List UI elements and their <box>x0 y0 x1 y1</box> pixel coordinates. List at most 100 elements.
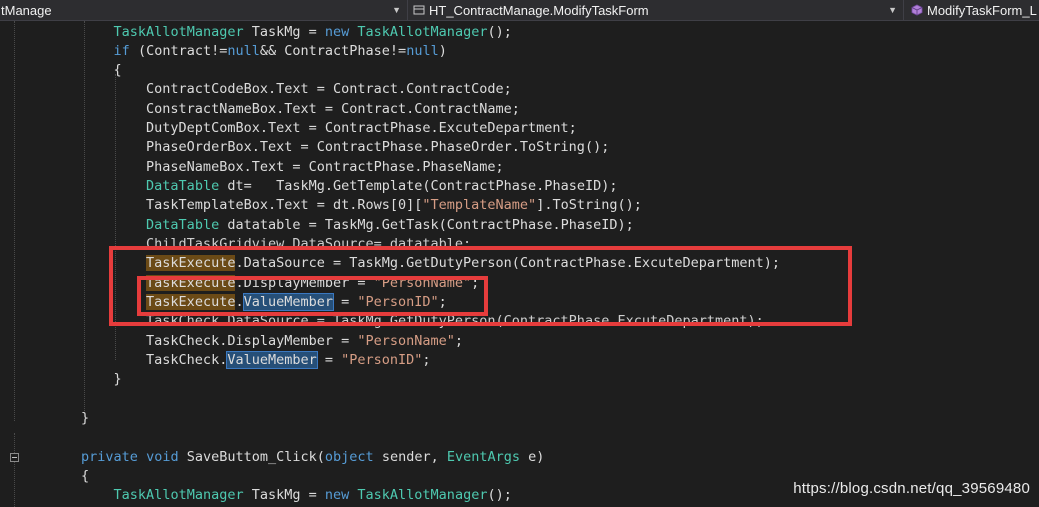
code-token: DutyDeptComBox.Text = ContractPhase.Excu… <box>16 120 577 137</box>
project-dropdown[interactable]: tManage ▼ <box>0 0 407 20</box>
code-token: TaskAllotManager <box>113 23 244 40</box>
code-line[interactable]: TaskCheck.DataSource = TaskMg.GetDutyPer… <box>16 312 764 331</box>
code-token: . <box>235 294 244 311</box>
code-token: dt= TaskMg.GetTemplate(ContractPhase.Pha… <box>219 178 618 195</box>
code-token: TaskAllotManager <box>357 23 488 40</box>
code-token: } <box>16 371 122 388</box>
outline-guide-line <box>14 433 15 507</box>
chevron-down-icon: ▼ <box>392 5 401 15</box>
code-line[interactable]: } <box>16 370 122 389</box>
code-token: ].ToString(); <box>536 197 642 214</box>
code-line[interactable]: ChildTaskGridview.DataSource= datatable; <box>16 235 471 254</box>
code-line[interactable]: TaskAllotManager TaskMg = new TaskAllotM… <box>16 23 512 42</box>
code-line[interactable]: TaskTemplateBox.Text = dt.Rows[0]["Templ… <box>16 196 642 215</box>
code-token: null <box>406 42 439 59</box>
code-token: new <box>324 23 350 40</box>
code-token: .DisplayMember = <box>235 274 374 291</box>
chevron-down-icon: ▼ <box>888 5 897 15</box>
code-token: = <box>316 352 342 369</box>
code-line[interactable]: PhaseOrderBox.Text = ContractPhase.Phase… <box>16 138 609 157</box>
code-token: TaskCheck.DataSource = TaskMg.GetDutyPer… <box>16 313 764 330</box>
code-line[interactable]: DataTable datatable = TaskMg.GetTask(Con… <box>16 216 634 235</box>
code-token: "PersonName" <box>373 274 472 291</box>
code-token: ContractCodeBox.Text = Contract.Contract… <box>16 81 512 98</box>
code-token: ConstractNameBox.Text = Contract.Contrac… <box>16 100 520 117</box>
code-line[interactable]: if (Contract!=null&& ContractPhase!=null… <box>16 42 447 61</box>
code-line[interactable]: TaskExecute.ValueMember = "PersonID"; <box>16 293 447 312</box>
code-line[interactable]: TaskExecute.DisplayMember = "PersonName"… <box>16 274 479 293</box>
code-token: TaskExecute <box>146 255 236 272</box>
code-token: TaskCheck.DisplayMember = <box>16 332 358 349</box>
watermark-text: https://blog.csdn.net/qq_39569480 <box>793 480 1030 497</box>
code-line[interactable]: PhaseNameBox.Text = ContractPhase.PhaseN… <box>16 158 504 177</box>
code-token: new <box>324 487 350 504</box>
code-line[interactable]: TaskExecute.DataSource = TaskMg.GetDutyP… <box>16 254 780 273</box>
code-token: TaskAllotManager <box>357 487 488 504</box>
code-token: "TemplateName" <box>422 197 537 214</box>
code-token: "PersonName" <box>357 332 455 349</box>
code-line[interactable]: ContractCodeBox.Text = Contract.Contract… <box>16 80 512 99</box>
code-token: ValueMember <box>242 293 335 312</box>
code-token: { <box>16 468 90 485</box>
code-line[interactable]: DataTable dt= TaskMg.GetTemplate(Contrac… <box>16 177 617 196</box>
code-token: ValueMember <box>226 351 318 370</box>
code-token: { <box>16 62 122 79</box>
code-token: void <box>146 448 179 465</box>
code-token: "PersonID" <box>357 294 439 311</box>
code-line[interactable]: private void SaveButtom_Click(object sen… <box>16 448 544 467</box>
code-token: && ContractPhase!= <box>259 42 407 59</box>
code-token: ChildTaskGridview.DataSource= datatable; <box>16 236 472 253</box>
code-line[interactable]: DutyDeptComBox.Text = ContractPhase.Excu… <box>16 119 577 138</box>
code-line[interactable]: } <box>16 409 89 428</box>
code-token: .DataSource = TaskMg.GetDutyPerson(Contr… <box>235 255 781 272</box>
code-token: ; <box>422 352 431 369</box>
code-editor-window: tManage ▼ HT_ContractManage.ModifyTaskFo… <box>0 0 1039 507</box>
code-token: DataTable <box>146 216 220 233</box>
code-line[interactable]: TaskAllotManager TaskMg = new TaskAllotM… <box>16 486 512 505</box>
code-token: (Contract!= <box>129 42 228 59</box>
code-token: null <box>227 42 260 59</box>
code-token: object <box>324 448 374 465</box>
project-dropdown-label: tManage <box>1 2 52 18</box>
member-dropdown[interactable]: ModifyTaskForm_L <box>903 0 1039 20</box>
class-icon <box>413 4 425 16</box>
code-token: "PersonID" <box>341 352 423 369</box>
code-token: = <box>333 294 358 311</box>
code-line[interactable]: TaskCheck.ValueMember = "PersonID"; <box>16 351 431 370</box>
code-token: DataTable <box>146 178 220 195</box>
class-dropdown-label: HT_ContractManage.ModifyTaskForm <box>429 2 649 18</box>
code-token: TaskExecute <box>146 294 236 311</box>
code-token: } <box>16 410 90 427</box>
code-token: sender, <box>373 448 447 465</box>
code-token: if <box>113 42 130 59</box>
class-dropdown[interactable]: HT_ContractManage.ModifyTaskForm ▼ <box>407 0 903 20</box>
outline-guide-line <box>14 21 15 421</box>
code-token: TaskCheck. <box>16 352 228 369</box>
code-line[interactable]: ConstractNameBox.Text = Contract.Contrac… <box>16 100 520 119</box>
code-token: ; <box>438 294 447 311</box>
code-token: SaveButtom_Click( <box>178 448 325 465</box>
code-token: EventArgs <box>446 448 520 465</box>
code-line[interactable]: TaskCheck.DisplayMember = "PersonName"; <box>16 332 463 351</box>
purple-cube-member-icon <box>911 4 923 16</box>
code-line[interactable]: { <box>16 467 89 486</box>
member-dropdown-label: ModifyTaskForm_L <box>927 2 1037 18</box>
code-token: TaskTemplateBox.Text = dt.Rows[0][ <box>16 197 423 214</box>
code-line[interactable]: { <box>16 61 122 80</box>
code-token: ; <box>471 274 480 291</box>
code-token: ) <box>438 42 447 59</box>
code-token: TaskExecute <box>146 274 236 291</box>
code-token: private <box>81 448 138 465</box>
code-token: TaskMg = <box>243 23 325 40</box>
code-token: (); <box>487 487 512 504</box>
code-token: PhaseNameBox.Text = ContractPhase.PhaseN… <box>16 158 504 175</box>
